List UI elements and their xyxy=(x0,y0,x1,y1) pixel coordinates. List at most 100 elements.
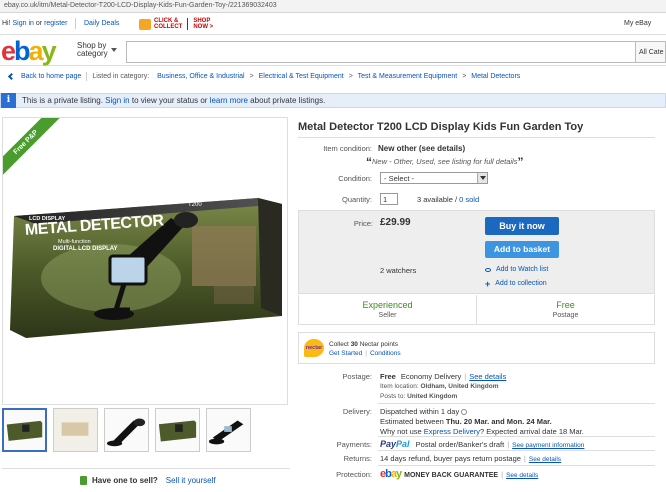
condition-select[interactable]: - Select - xyxy=(380,172,488,184)
thumbnail[interactable] xyxy=(53,408,98,452)
see-postage-details-link[interactable]: See details xyxy=(469,372,506,381)
learn-more-link[interactable]: learn more xyxy=(210,96,248,105)
category-text: category xyxy=(77,49,108,58)
private-listing-notice: i This is a private listing. Sign in to … xyxy=(0,93,666,108)
address-bar[interactable]: ebay.co.uk/itm/Metal-Detector-T200-LCD-D… xyxy=(0,0,666,13)
see-protection-details-link[interactable]: See details xyxy=(506,472,538,479)
listed-in-label: Listed in category: xyxy=(92,72,150,80)
notice-text: This is a private listing. Sign in to vi… xyxy=(22,96,326,105)
category-select[interactable]: All Cate xyxy=(636,41,666,63)
crumb-business[interactable]: Business, Office & Industrial xyxy=(157,73,244,80)
postage-label: Postage: xyxy=(342,372,372,381)
watchers-count: 2 watchers xyxy=(380,266,417,275)
quantity-label: Quantity: xyxy=(341,194,372,204)
promo-text-2: SHOP NOW > xyxy=(193,18,214,30)
payments-row: Payments: PayPal Postal order/Banker's d… xyxy=(298,439,585,449)
back-home-link[interactable]: Back to home page xyxy=(21,73,81,80)
help-icon[interactable] xyxy=(461,409,468,416)
delivery-row: Delivery: Dispatched within 1 day Estima… xyxy=(298,407,584,437)
greeting-text: Hi! xyxy=(2,20,11,27)
divider xyxy=(378,465,655,466)
conditions-link[interactable]: Conditions xyxy=(370,350,401,357)
posts-to: Posts to: United Kingdom xyxy=(380,393,458,400)
collection-text: Add to collection xyxy=(495,280,547,287)
item-title: Metal Detector T200 LCD Display Kids Fun… xyxy=(298,121,584,133)
see-payment-info-link[interactable]: See payment information xyxy=(512,442,584,449)
get-started-link[interactable]: Get Started xyxy=(329,350,362,357)
protection-info: ebay MONEY BACK GUARANTEE | See details xyxy=(380,468,539,480)
sell-prompt: Have one to sell? Sell it yourself xyxy=(2,468,290,485)
price-label: Price: xyxy=(353,219,373,228)
chevron-down-icon xyxy=(477,173,487,183)
nectar-panel: nectar Collect 30 Nectar points Get Star… xyxy=(298,332,655,364)
paypal-logo: PayPal xyxy=(380,439,410,449)
add-to-collection-link[interactable]: + Add to collection xyxy=(485,279,547,288)
or-text: or xyxy=(35,20,43,27)
seller-badge: Experienced Seller xyxy=(362,300,413,319)
ebay-logo-small: ebay xyxy=(380,468,402,480)
tag-icon xyxy=(80,476,87,485)
postage-badge: Free Postage xyxy=(476,295,654,324)
crumb-test-measurement[interactable]: Test & Measurement Equipment xyxy=(358,73,458,80)
returns-info: 14 days refund, buyer pays return postag… xyxy=(380,454,562,463)
sell-it-yourself-link[interactable]: Sell it yourself xyxy=(166,476,216,485)
register-link[interactable]: register xyxy=(44,20,67,27)
thumbnail[interactable] xyxy=(155,408,200,452)
returns-label: Returns: xyxy=(343,454,372,463)
thumbnail[interactable] xyxy=(2,408,47,452)
divider xyxy=(378,403,655,404)
condition-select-row: Condition: - Select - xyxy=(298,172,488,184)
nectar-collect-text: Collect 30 Nectar points xyxy=(329,341,399,348)
buy-box: Price: £29.99 Buy it now Add to basket 2… xyxy=(298,210,655,294)
express-delivery-link[interactable]: Express Delivery xyxy=(424,427,480,436)
chevron-down-icon xyxy=(111,48,117,52)
see-returns-details-link[interactable]: See details xyxy=(529,456,561,463)
nectar-links: Get Started | Conditions xyxy=(329,350,401,357)
sold-link[interactable]: 0 sold xyxy=(459,195,479,204)
sign-in-link[interactable]: Sign in xyxy=(13,20,34,27)
quantity-input[interactable]: 1 xyxy=(380,193,398,205)
daily-deals-link[interactable]: Daily Deals xyxy=(84,20,119,27)
item-condition-row: Item condition: New other (see details) xyxy=(298,144,465,153)
click-collect-promo[interactable]: CLICK & COLLECT SHOP NOW > xyxy=(139,17,213,31)
payments-label: Payments: xyxy=(336,439,372,449)
main-product-image[interactable]: Free P&P LCD DISPLAY METAL DETECTOR T200… xyxy=(2,117,288,405)
crumb-metal-detectors[interactable]: Metal Detectors xyxy=(471,73,520,80)
seller-postage-badges: Experienced Seller Free Postage xyxy=(298,295,655,325)
item-location: Item location: Oldham, United Kingdom xyxy=(380,383,499,390)
delivery-info: Dispatched within 1 day Estimated betwee… xyxy=(380,407,584,436)
thumbnail[interactable] xyxy=(104,408,149,452)
chevron-left-icon xyxy=(7,72,16,80)
payments-info: PayPal Postal order/Banker's draft | See p… xyxy=(380,439,585,449)
notice-sign-in-link[interactable]: Sign in xyxy=(105,96,129,105)
global-header-top: Hi! Sign in or register Daily Deals CLIC… xyxy=(0,14,666,34)
free-postage-ribbon: Free P&P xyxy=(3,118,66,183)
info-icon: i xyxy=(1,93,16,108)
divider xyxy=(75,18,76,29)
global-header-main: ebay Shop by category All Cate xyxy=(0,34,666,66)
category-path: Business, Office & Industrial > Electrica… xyxy=(157,72,521,80)
thumbnail[interactable] xyxy=(206,408,251,452)
box-sub2-label: DIGITAL LCD DISPLAY xyxy=(53,246,118,252)
shop-by-category-button[interactable]: Shop by category xyxy=(77,42,117,58)
ebay-logo[interactable]: ebay xyxy=(1,38,57,65)
posts-to-row: Posts to: United Kingdom xyxy=(298,393,457,400)
thumbnail-strip xyxy=(2,408,292,452)
postage-value: Free Economy Delivery | See details xyxy=(380,372,507,381)
search-input[interactable] xyxy=(126,41,636,63)
location-row: Item location: Oldham, United Kingdom xyxy=(298,383,498,390)
postage-row: Postage: Free Economy Delivery | See detail… xyxy=(298,372,506,381)
my-ebay-link[interactable]: My eBay xyxy=(624,20,651,27)
buy-it-now-button[interactable]: Buy it now xyxy=(485,217,559,235)
returns-row: Returns: 14 days refund, buyer pays retu… xyxy=(298,454,561,463)
greeting: Hi! Sign in or register xyxy=(2,20,67,27)
box-sub-label: Multi-function xyxy=(58,239,91,245)
add-to-watch-list-link[interactable]: Add to Watch list xyxy=(485,266,548,273)
condition-description: “New - Other, Used, see listing for full… xyxy=(366,155,524,169)
promo-text-1: CLICK & COLLECT xyxy=(154,18,183,30)
protection-row: Protection: ebay MONEY BACK GUARANTEE | See… xyxy=(298,468,538,480)
availability: 3 available / 0 sold xyxy=(417,194,480,204)
crumb-electrical[interactable]: Electrical & Test Equipment xyxy=(259,73,344,80)
price-value: £29.99 xyxy=(380,217,411,228)
add-to-basket-button[interactable]: Add to basket xyxy=(485,241,559,258)
